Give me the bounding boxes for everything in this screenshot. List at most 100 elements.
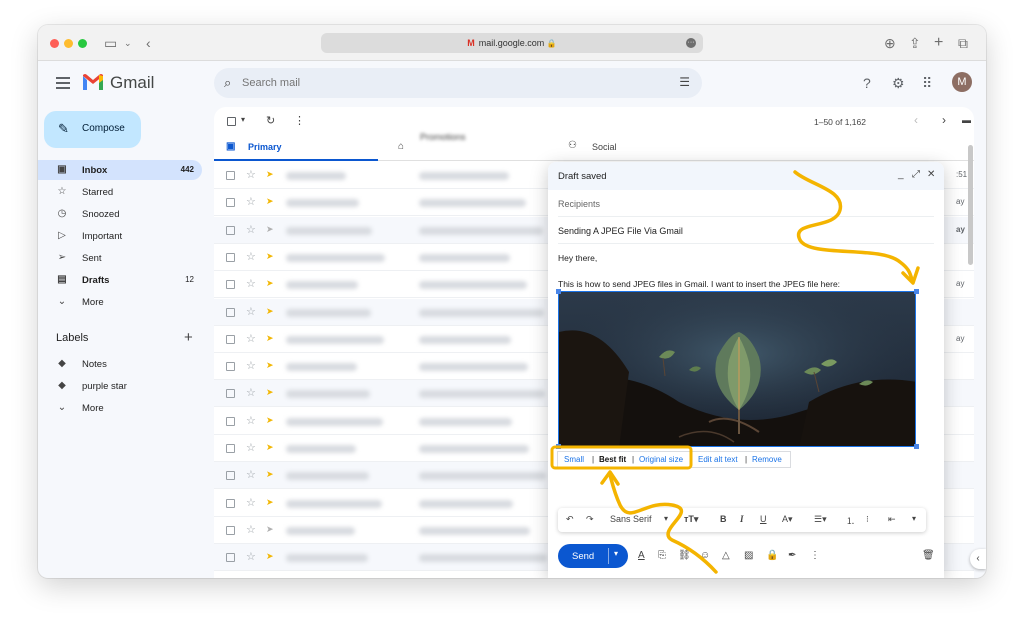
resize-handle-top-right[interactable] xyxy=(914,289,919,294)
gear-icon[interactable]: ⚙ xyxy=(892,75,905,92)
sidebar-item-snoozed[interactable]: ◷ Snoozed xyxy=(38,204,202,224)
insert-photo-icon[interactable]: ▨ xyxy=(744,550,753,561)
row-checkbox[interactable] xyxy=(226,171,235,180)
chevron-down-icon[interactable]: ⌄ xyxy=(124,34,132,52)
chevron-down-icon[interactable]: ▾ xyxy=(664,514,668,523)
important-marker-icon[interactable]: ➤ xyxy=(266,415,274,426)
row-checkbox[interactable] xyxy=(226,389,235,399)
edit-alt-text-link[interactable]: Edit alt text xyxy=(698,455,738,464)
resize-handle-bottom-left[interactable] xyxy=(556,444,561,449)
bulleted-list-icon[interactable]: ⁝ xyxy=(866,514,869,525)
important-marker-icon[interactable]: ➤ xyxy=(266,224,274,235)
more-vert-icon[interactable]: ⋮ xyxy=(294,114,305,127)
indent-less-icon[interactable]: ⇤ xyxy=(888,514,896,525)
star-icon[interactable]: ☆ xyxy=(246,332,256,345)
resize-handle-bottom-right[interactable] xyxy=(914,444,919,449)
important-marker-icon[interactable]: ➤ xyxy=(266,360,274,371)
sidebar-label-purple-star[interactable]: ◆ purple star xyxy=(38,376,202,396)
row-checkbox[interactable] xyxy=(226,307,235,317)
sidebar-item-more[interactable]: ⌄ More xyxy=(38,292,202,312)
important-marker-icon[interactable]: ➤ xyxy=(266,306,274,317)
redo-icon[interactable]: ↷ xyxy=(586,514,594,525)
remove-image-link[interactable]: Remove xyxy=(752,455,782,464)
share-icon[interactable]: ⇪ xyxy=(909,34,921,52)
apps-grid-icon[interactable]: ⠿ xyxy=(922,75,932,92)
numbered-list-icon[interactable]: ⒈ xyxy=(846,514,855,527)
send-options-icon[interactable]: ▾ xyxy=(614,549,618,558)
size-small-link[interactable]: Small xyxy=(564,455,584,464)
refresh-icon[interactable]: ↻ xyxy=(266,114,275,127)
zoom-window-dot[interactable] xyxy=(78,39,87,48)
row-checkbox[interactable] xyxy=(226,416,235,426)
row-checkbox[interactable] xyxy=(226,198,235,208)
trash-icon[interactable]: 🗑 xyxy=(922,550,935,561)
tab-overview-icon[interactable]: ⧉ xyxy=(958,34,968,52)
select-all-checkbox[interactable] xyxy=(227,117,236,126)
signature-pen-icon[interactable]: ✒ xyxy=(788,550,796,561)
download-icon[interactable]: ⊕ xyxy=(884,34,896,52)
size-original-link[interactable]: Original size xyxy=(639,455,683,464)
star-icon[interactable]: ☆ xyxy=(246,195,256,208)
important-marker-icon[interactable]: ➤ xyxy=(266,278,274,289)
row-checkbox[interactable] xyxy=(226,444,235,453)
row-checkbox[interactable] xyxy=(226,525,235,535)
important-marker-icon[interactable]: ➤ xyxy=(266,469,274,480)
important-marker-icon[interactable]: ➤ xyxy=(266,251,274,262)
row-checkbox[interactable] xyxy=(226,553,235,563)
row-checkbox[interactable] xyxy=(226,498,235,508)
sidebar-item-inbox[interactable]: ▣ Inbox 442 xyxy=(38,160,202,180)
sidebar-item-important[interactable]: ▷ Important xyxy=(38,226,202,246)
more-vert-icon[interactable]: ⋮ xyxy=(810,550,820,561)
important-marker-icon[interactable]: ➤ xyxy=(266,497,274,508)
star-icon[interactable]: ☆ xyxy=(246,441,256,454)
recipients-field[interactable]: Recipients xyxy=(558,190,934,217)
important-marker-icon[interactable]: ➤ xyxy=(266,169,274,180)
new-tab-icon[interactable]: + xyxy=(934,34,943,52)
input-tools-icon[interactable]: ▬ xyxy=(962,115,971,125)
bold-icon[interactable]: B xyxy=(720,514,727,524)
minimize-window-dot[interactable] xyxy=(64,39,73,48)
tab-primary[interactable]: ▣ Primary xyxy=(214,137,378,161)
sidebar-label-more[interactable]: ⌄ More xyxy=(38,398,202,418)
important-marker-icon[interactable]: ➤ xyxy=(266,333,274,344)
important-marker-icon[interactable]: ➤ xyxy=(266,524,274,535)
chevron-down-icon[interactable]: ▾ xyxy=(241,115,245,124)
body-text[interactable]: This is how to send JPEG files in Gmail.… xyxy=(558,279,840,289)
undo-icon[interactable]: ↶ xyxy=(566,514,574,525)
underline-icon[interactable]: U xyxy=(760,514,767,524)
back-icon[interactable]: ‹ xyxy=(146,34,151,52)
emoji-icon[interactable]: ☺ xyxy=(700,550,710,561)
more-options-icon[interactable]: ··· xyxy=(686,38,696,48)
star-icon[interactable]: ☆ xyxy=(246,277,256,290)
star-icon[interactable]: ☆ xyxy=(246,168,256,181)
next-page-icon[interactable]: › xyxy=(942,113,946,127)
close-icon[interactable]: ✕ xyxy=(927,169,935,180)
attach-icon[interactable]: ⎘ xyxy=(658,550,666,561)
search-bar[interactable]: ⌕ ☰ xyxy=(214,68,702,98)
star-icon[interactable]: ☆ xyxy=(246,523,256,536)
row-checkbox[interactable] xyxy=(226,362,235,372)
compose-button[interactable]: ✎ Compose xyxy=(44,111,141,148)
search-icon[interactable]: ⌕ xyxy=(224,75,231,91)
link-icon[interactable]: ⛓ xyxy=(678,550,691,561)
prev-page-icon[interactable]: ‹ xyxy=(914,113,918,127)
sidebar-label-notes[interactable]: ◆ Notes xyxy=(38,354,202,374)
search-options-icon[interactable]: ☰ xyxy=(679,75,690,89)
avatar[interactable]: M xyxy=(952,72,972,92)
row-checkbox[interactable] xyxy=(226,334,235,344)
minimize-icon[interactable]: _ xyxy=(898,169,904,180)
subject-field[interactable]: Sending A JPEG File Via Gmail xyxy=(558,217,934,244)
list-scrollbar[interactable] xyxy=(968,145,973,265)
star-icon[interactable]: ☆ xyxy=(246,496,256,509)
important-marker-icon[interactable]: ➤ xyxy=(266,442,274,453)
star-icon[interactable]: ☆ xyxy=(246,468,256,481)
align-icon[interactable]: ☰▾ xyxy=(814,514,827,525)
close-window-dot[interactable] xyxy=(50,39,59,48)
text-color-icon[interactable]: A▾ xyxy=(782,514,793,525)
main-menu-icon[interactable] xyxy=(56,77,70,89)
important-marker-icon[interactable]: ➤ xyxy=(266,196,274,207)
star-icon[interactable]: ☆ xyxy=(246,550,256,563)
star-icon[interactable]: ☆ xyxy=(246,414,256,427)
drive-icon[interactable]: △ xyxy=(722,550,730,561)
address-bar[interactable]: Mmail.google.com 🔒 ··· xyxy=(321,33,703,53)
